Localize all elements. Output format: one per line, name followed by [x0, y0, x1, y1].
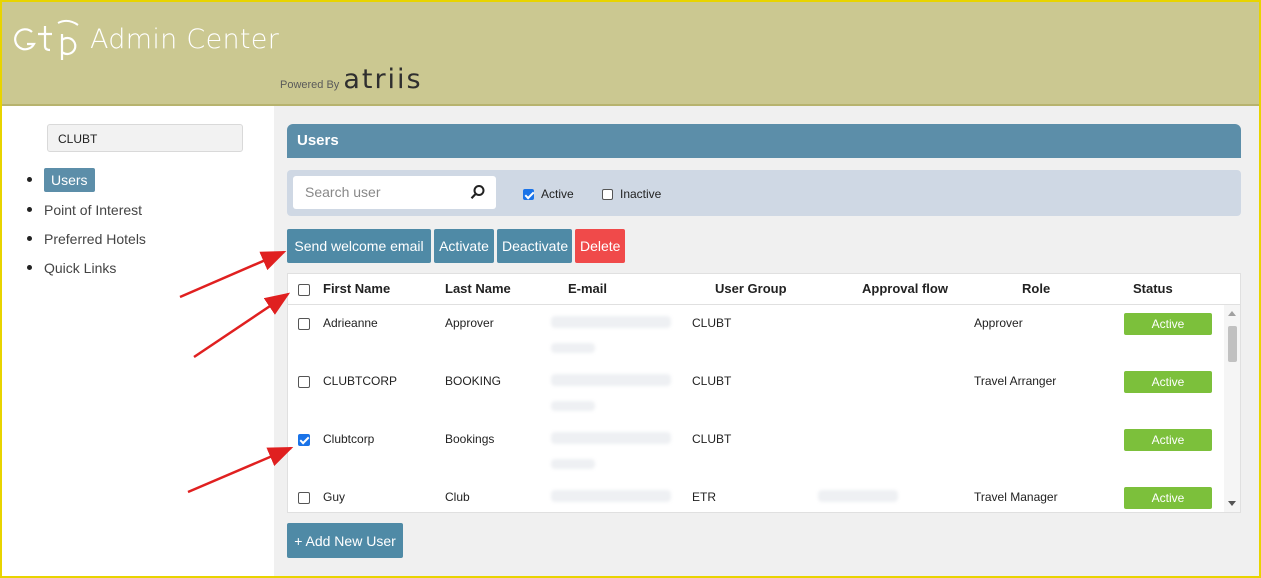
sidebar-item-preferred-hotels[interactable]: Preferred Hotels [27, 224, 146, 253]
filter-active[interactable]: Active [523, 187, 574, 201]
column-header-role[interactable]: Role [1022, 274, 1050, 304]
status-badge[interactable]: Active [1124, 429, 1212, 451]
table-row[interactable]: Adrieanne Approver CLUBT Approver Active [288, 305, 1224, 364]
row-checkbox[interactable] [298, 492, 310, 504]
cell-role: Travel Arranger [974, 374, 1057, 388]
status-badge[interactable]: Active [1124, 313, 1212, 335]
table-header: First Name Last Name E-mail User Group A… [288, 274, 1240, 305]
table-scrollbar[interactable] [1224, 305, 1240, 512]
column-header-first-name[interactable]: First Name [323, 274, 390, 304]
users-table: First Name Last Name E-mail User Group A… [287, 273, 1241, 513]
status-badge[interactable]: Active [1124, 371, 1212, 393]
gtp-logo-icon [14, 19, 79, 60]
header-bar: Admin Center Powered By atriis [2, 2, 1259, 106]
scrollbar-thumb[interactable] [1228, 326, 1237, 362]
main-panel: Users Active Inactive Send [274, 106, 1259, 576]
add-new-user-button[interactable]: + Add New User [287, 523, 403, 558]
cell-email-redacted [551, 432, 671, 444]
table-row[interactable]: Guy Club ETR Travel Manager Active [288, 479, 1224, 512]
bullet-icon [27, 207, 32, 212]
cell-approval-redacted [818, 490, 898, 502]
cell-first-name: CLUBTCORP [323, 374, 398, 388]
bullet-icon [27, 177, 32, 182]
row-checkbox[interactable] [298, 434, 310, 446]
powered-by: Powered By atriis [280, 66, 423, 93]
cell-email-redacted [551, 374, 671, 386]
cell-email-redacted [551, 343, 595, 353]
send-welcome-email-button[interactable]: Send welcome email [287, 229, 431, 263]
cell-email-redacted [551, 401, 595, 411]
sidebar-item-label: Preferred Hotels [44, 230, 146, 247]
column-header-approval-flow[interactable]: Approval flow [862, 274, 948, 304]
gtp-logo [14, 19, 86, 60]
status-badge[interactable]: Active [1124, 487, 1212, 509]
cell-first-name: Clubtcorp [323, 432, 375, 446]
cell-last-name: Bookings [445, 432, 495, 446]
row-checkbox[interactable] [298, 318, 310, 330]
column-header-email[interactable]: E-mail [568, 274, 607, 304]
cell-user-group: CLUBT [692, 316, 732, 330]
app-window: Admin Center Powered By atriis CLUBT Use… [0, 0, 1261, 578]
row-checkbox[interactable] [298, 376, 310, 388]
deactivate-button[interactable]: Deactivate [497, 229, 572, 263]
table-row[interactable]: CLUBTCORP BOOKING CLUBT Travel Arranger … [288, 363, 1224, 422]
sidebar: CLUBT Users Point of Interest Preferred … [2, 106, 274, 576]
table-row[interactable]: Clubtcorp Bookings CLUBT Active [288, 421, 1224, 480]
filter-inactive[interactable]: Inactive [602, 187, 661, 201]
cell-user-group: CLUBT [692, 374, 732, 388]
cell-last-name: BOOKING [445, 374, 502, 388]
scroll-down-arrow-icon[interactable] [1228, 501, 1236, 506]
page-title: Users [287, 124, 1241, 158]
cell-last-name: Club [445, 490, 470, 504]
sidebar-item-label: Quick Links [44, 259, 117, 276]
powered-by-label: Powered By [280, 79, 340, 91]
sidebar-item-quick-links[interactable]: Quick Links [27, 253, 146, 282]
cell-user-group: CLUBT [692, 432, 732, 446]
inactive-checkbox[interactable] [602, 188, 613, 200]
cell-user-group: ETR [692, 490, 716, 504]
column-header-last-name[interactable]: Last Name [445, 274, 511, 304]
active-checkbox[interactable] [523, 188, 534, 200]
sidebar-item-point-of-interest[interactable]: Point of Interest [27, 195, 146, 224]
action-bar: Send welcome email Activate Deactivate D… [287, 229, 625, 263]
column-header-user-group[interactable]: User Group [715, 274, 787, 304]
column-header-status[interactable]: Status [1133, 274, 1173, 304]
cell-last-name: Approver [445, 316, 494, 330]
search-box [293, 176, 496, 209]
scroll-up-arrow-icon[interactable] [1228, 311, 1236, 316]
sidebar-nav: Users Point of Interest Preferred Hotels… [27, 164, 146, 282]
sidebar-item-label: Users [44, 167, 95, 192]
cell-first-name: Adrieanne [323, 316, 378, 330]
sidebar-item-users[interactable]: Users [27, 164, 146, 195]
filter-bar: Active Inactive [287, 170, 1241, 216]
table-body: Adrieanne Approver CLUBT Approver Active… [288, 305, 1224, 512]
filter-inactive-label: Inactive [620, 187, 662, 201]
cell-first-name: Guy [323, 490, 346, 504]
bullet-icon [27, 265, 32, 270]
search-icon[interactable] [470, 184, 486, 205]
cell-role: Travel Manager [974, 490, 1058, 504]
company-field[interactable]: CLUBT [47, 124, 243, 152]
search-input[interactable] [303, 183, 467, 201]
delete-button[interactable]: Delete [575, 229, 625, 263]
activate-button[interactable]: Activate [434, 229, 494, 263]
brand-logo-text: atriis [343, 64, 423, 95]
app-title: Admin Center [90, 24, 280, 55]
cell-email-redacted [551, 316, 671, 328]
filter-active-label: Active [541, 187, 574, 201]
cell-email-redacted [551, 490, 671, 502]
cell-role: Approver [974, 316, 1023, 330]
bullet-icon [27, 236, 32, 241]
cell-email-redacted [551, 459, 595, 469]
sidebar-item-label: Point of Interest [44, 201, 143, 218]
select-all-checkbox[interactable] [298, 284, 310, 296]
